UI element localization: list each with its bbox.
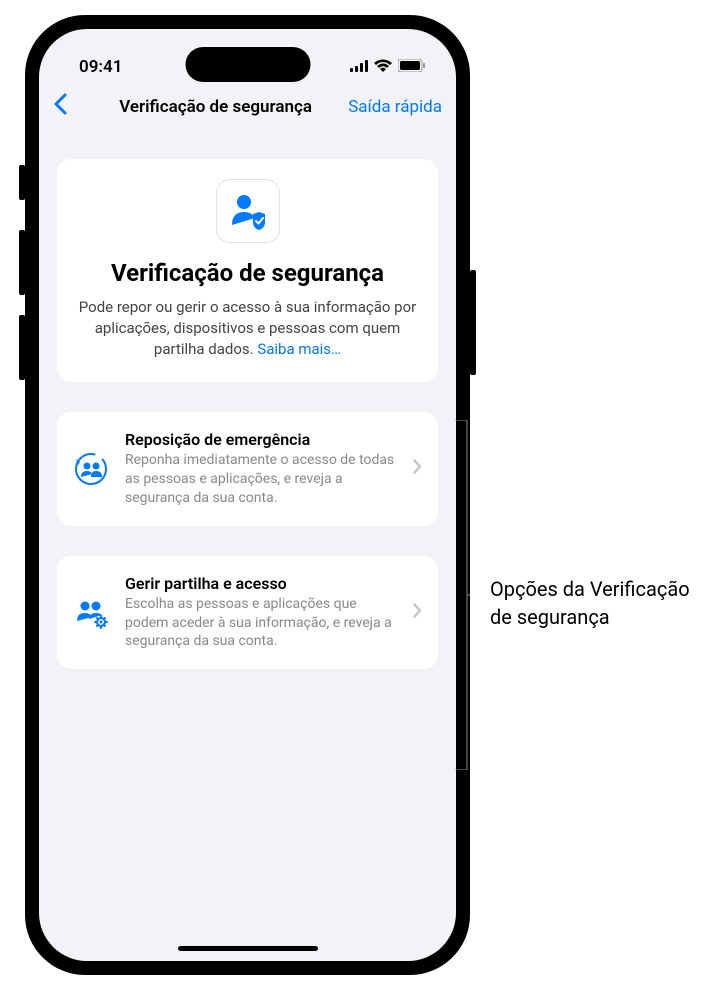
header-description: Pode repor ou gerir o acesso à sua infor… — [75, 297, 420, 360]
safety-check-icon — [216, 179, 280, 243]
chevron-right-icon — [413, 603, 422, 622]
callout-bracket — [455, 420, 470, 770]
back-button[interactable] — [53, 93, 83, 121]
chevron-right-icon — [413, 459, 422, 478]
manage-sharing-icon — [73, 595, 109, 631]
header-card: Verificação de segurança Pode repor ou g… — [57, 159, 438, 382]
dynamic-island — [185, 47, 310, 82]
option-description: Escolha as pessoas e aplicações que pode… — [125, 595, 397, 652]
learn-more-link[interactable]: Saiba mais… — [257, 340, 341, 358]
nav-title: Verificação de segurança — [83, 97, 348, 117]
battery-icon — [398, 57, 426, 77]
option-title: Reposição de emergência — [125, 430, 397, 449]
emergency-reset-icon — [73, 451, 109, 487]
cellular-signal-icon — [350, 57, 368, 77]
iphone-screen: 09:41 Verificação de segurança Saída ráp… — [39, 29, 456, 961]
navigation-bar: Verificação de segurança Saída rápida — [39, 84, 456, 129]
wifi-icon — [374, 57, 392, 77]
emergency-reset-option[interactable]: Reposição de emergência Reponha imediata… — [57, 412, 438, 526]
option-title: Gerir partilha e acesso — [125, 574, 397, 593]
status-time: 09:41 — [69, 57, 122, 77]
home-indicator[interactable] — [178, 946, 318, 951]
callout-label: Opções da Verificação de segurança — [490, 575, 716, 631]
manage-sharing-option[interactable]: Gerir partilha e acesso Escolha as pesso… — [57, 556, 438, 670]
quick-exit-button[interactable]: Saída rápida — [348, 97, 442, 117]
iphone-frame: 09:41 Verificação de segurança Saída ráp… — [25, 15, 470, 975]
header-title: Verificação de segurança — [75, 259, 420, 287]
option-description: Reponha imediatamente o acesso de todas … — [125, 451, 397, 508]
